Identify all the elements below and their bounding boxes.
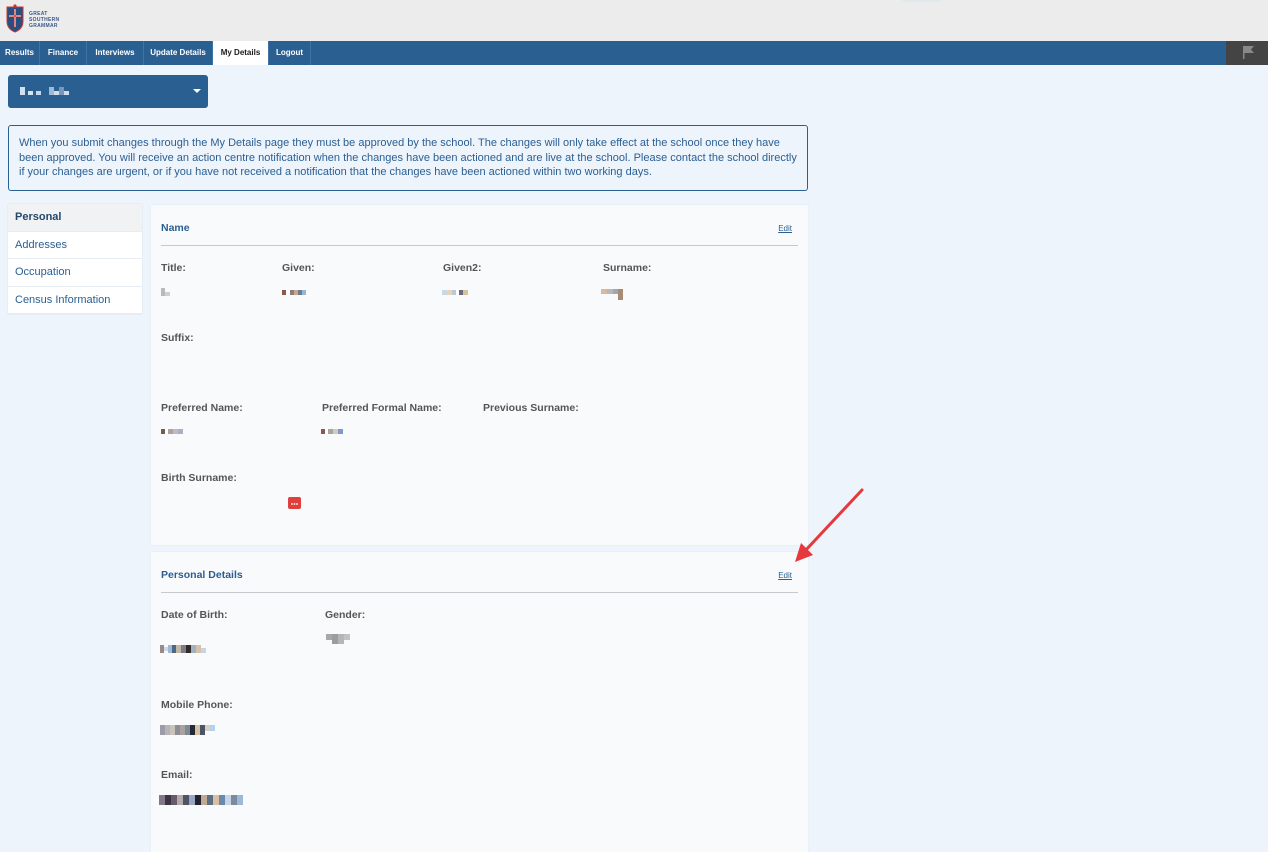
mobile-label: Mobile Phone: [161,699,233,711]
annotation-arrow-icon [795,488,864,562]
preferred-formal-name-label: Preferred Formal Name: [322,402,442,414]
name-edit-link[interactable]: Edit [778,224,792,233]
card-title: Name [161,222,190,234]
school-logo[interactable]: GREAT SOUTHERN GRAMMAR [5,3,59,33]
student-selector-dropdown[interactable] [8,75,208,108]
sidebar-item-occupation[interactable]: Occupation [8,259,142,287]
dob-label: Date of Birth: [161,609,228,621]
selected-student-name-redacted [20,87,69,95]
title-label: Title: [161,262,186,274]
surname-value-redacted [601,289,623,300]
tab-my-details[interactable]: My Details [213,41,269,65]
logo-text: GREAT SOUTHERN GRAMMAR [29,11,60,29]
title-value-redacted [161,288,170,296]
suffix-label: Suffix: [161,332,194,344]
tab-interviews[interactable]: Interviews [87,41,144,65]
flag-button[interactable] [1226,41,1268,65]
tab-update-details[interactable]: Update Details [144,41,213,65]
birth-surname-label: Birth Surname: [161,472,237,484]
given2-label: Given2: [443,262,482,274]
mobile-value-redacted [160,725,215,735]
tab-results[interactable]: Results [0,41,40,65]
details-sidebar: Personal Addresses Occupation Census Inf… [8,204,142,314]
card-title: Personal Details [161,569,243,581]
top-decoration [896,0,948,2]
top-bar: GREAT SOUTHERN GRAMMAR [0,0,1268,41]
preferred-name-value-redacted [161,429,183,434]
sidebar-item-addresses[interactable]: Addresses [8,232,142,259]
sidebar-item-census-information[interactable]: Census Information [8,287,142,314]
password-key-icon[interactable] [288,497,301,509]
personal-details-card-header: Personal Details Edit [161,552,798,593]
tab-finance[interactable]: Finance [40,41,87,65]
approval-notice: When you submit changes through the My D… [8,125,808,191]
preferred-name-label: Preferred Name: [161,402,243,414]
previous-surname-label: Previous Surname: [483,402,579,414]
tab-logout[interactable]: Logout [269,41,311,65]
personal-details-card: Personal Details Edit Date of Birth: Gen… [151,552,808,852]
email-label: Email: [161,769,193,781]
name-card-header: Name Edit [161,205,798,246]
dob-value-redacted [160,645,206,653]
crest-icon [6,4,24,33]
main-nav: Results Finance Interviews Update Detail… [0,41,1268,65]
gender-label: Gender: [325,609,366,621]
name-card: Name Edit Title: Given: Given2: Surname:… [151,205,808,545]
flag-icon [1243,46,1254,59]
personal-details-edit-link[interactable]: Edit [778,571,792,580]
chevron-down-icon [193,89,201,93]
preferred-formal-name-value-redacted [321,429,343,434]
email-value-redacted [159,795,243,805]
given-label: Given: [282,262,315,274]
given-value-redacted [282,290,306,295]
sidebar-item-personal[interactable]: Personal [8,204,142,232]
given2-value-redacted [442,290,468,295]
gender-value-redacted [326,634,350,644]
surname-label: Surname: [603,262,652,274]
